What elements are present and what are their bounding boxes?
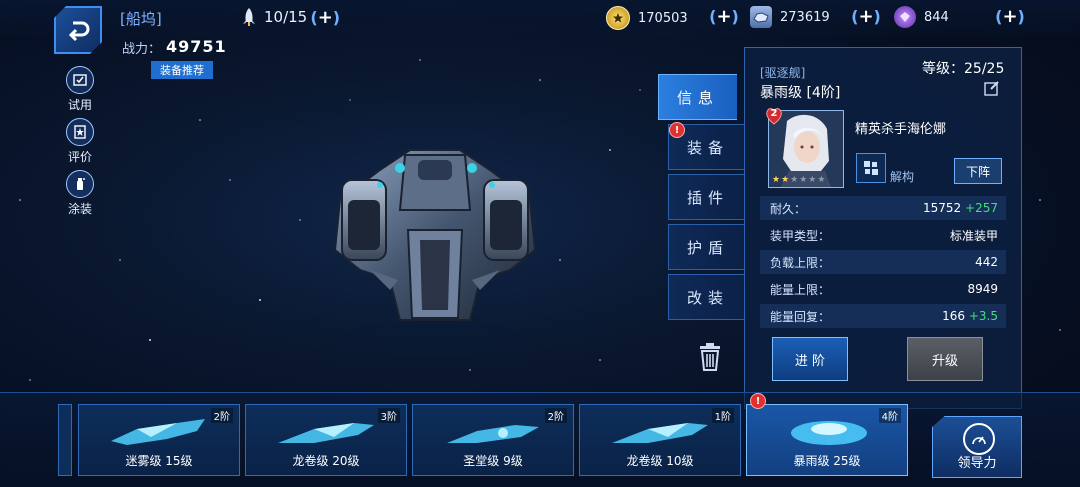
resource-crystal: 844 <box>894 6 949 28</box>
add-crystal-button[interactable]: (+) <box>995 6 1025 27</box>
ship-tier: 2阶 <box>544 408 567 423</box>
tab-shield[interactable]: 护盾 <box>668 224 747 270</box>
stat-bonus: +257 <box>965 201 998 215</box>
ore-value: 273619 <box>780 9 830 25</box>
trial-button[interactable]: 试用 <box>60 66 100 113</box>
resource-ore: 273619 <box>750 6 830 28</box>
stat-value: 15752 <box>923 201 962 215</box>
tab-plugins[interactable]: 插件 <box>668 174 747 220</box>
ship-card-name: 龙卷级 10级 <box>626 454 694 468</box>
stat-row-armor-type: 装甲类型： 标准装甲 <box>760 223 1006 247</box>
ship-tier: 2阶 <box>210 408 233 423</box>
stat-key: 能量上限： <box>770 282 831 297</box>
stat-key: 装甲类型： <box>770 228 831 243</box>
ship-thumbnail-icon <box>447 425 539 443</box>
ship-card-name: 龙卷级 20级 <box>292 454 360 468</box>
leadership-label: 领导力 <box>957 456 997 471</box>
ship-thumbnail-icon <box>278 423 374 443</box>
gauge-icon <box>963 423 995 455</box>
ship-card[interactable]: 3阶 龙卷级 20级 <box>245 404 407 476</box>
rating-label: 评价 <box>67 150 92 164</box>
ship-capacity: 10/15 (+) <box>240 7 340 28</box>
ship-thumbnail-icon <box>111 419 205 445</box>
equip-recommend-button[interactable]: 装备推荐 <box>151 61 213 79</box>
ship-tier: 1阶 <box>711 408 734 423</box>
trial-icon <box>66 66 94 94</box>
page-title: [船坞] <box>120 10 162 28</box>
upgrade-button[interactable]: 升级 <box>907 337 983 381</box>
ship-name: 暴雨级 [4阶] <box>760 85 841 101</box>
ship-class: [驱逐舰] <box>760 66 806 80</box>
dismantle-button[interactable] <box>856 153 886 183</box>
stat-row-energy-regen: 能量回复： 166 +3.5 <box>760 304 1006 328</box>
stat-row-energy-limit: 能量上限： 8949 <box>760 277 1006 301</box>
stat-row-load-limit: 负载上限： 442 <box>760 250 1006 274</box>
ship-tier: 4阶 <box>878 408 901 423</box>
paint-button[interactable]: 涂装 <box>60 170 100 217</box>
back-button[interactable] <box>54 6 102 54</box>
dismantle-icon <box>864 161 878 175</box>
stat-key: 能量回复： <box>770 309 831 324</box>
ship-thumbnail-icon <box>791 421 867 445</box>
ship-card[interactable]: 2阶 圣堂级 9级 <box>412 404 574 476</box>
ship-card-name: 迷雾级 15级 <box>125 454 193 468</box>
paint-label: 涂装 <box>67 202 92 216</box>
stat-key: 耐久： <box>770 201 807 216</box>
ore-icon <box>750 6 772 28</box>
stat-value: 8949 <box>967 282 998 296</box>
captain-star-rating: ★★★★★★ <box>772 175 827 185</box>
rating-icon <box>66 118 94 146</box>
dismantle-label: 解构 <box>890 170 915 184</box>
ship-alert-badge: ! <box>750 393 766 409</box>
stat-bonus: +3.5 <box>968 309 998 323</box>
ship-card-selected[interactable]: 4阶 暴雨级 25级 <box>746 404 908 476</box>
combat-power-value: 49751 <box>166 37 227 56</box>
combat-power-label: 战力： <box>122 42 162 57</box>
trial-label: 试用 <box>67 98 92 112</box>
stat-row-durability: 耐久： 15752 +257 <box>760 196 1006 220</box>
add-star-coin-button[interactable]: (+) <box>709 6 739 27</box>
tab-info[interactable]: 信息 <box>658 74 737 120</box>
ship-card-name: 圣堂级 9级 <box>463 454 523 468</box>
trash-icon[interactable] <box>696 342 724 372</box>
rocket-icon <box>243 8 255 26</box>
ship-count: 10/15 <box>264 8 308 26</box>
ship-thumbnail-icon <box>612 423 708 443</box>
ship-model[interactable] <box>320 140 550 340</box>
crystal-value: 844 <box>924 9 949 25</box>
ship-card[interactable]: 2阶 迷雾级 15级 <box>78 404 240 476</box>
ship-card-name: 暴雨级 25级 <box>793 454 861 468</box>
paint-icon <box>66 170 94 198</box>
leadership-button[interactable]: 领导力 <box>932 416 1022 478</box>
star-coin-value: 170503 <box>638 10 688 26</box>
captain-name: 精英杀手海伦娜 <box>855 122 947 137</box>
advance-button[interactable]: 进 阶 <box>772 337 848 381</box>
tab-refit[interactable]: 改装 <box>668 274 747 320</box>
stat-value: 166 <box>942 309 966 323</box>
rating-button[interactable]: 评价 <box>60 118 100 165</box>
unassign-captain-button[interactable]: 下阵 <box>954 158 1002 184</box>
stat-key: 负载上限： <box>770 255 831 270</box>
add-ship-slot-button[interactable]: (+) <box>310 7 340 28</box>
edit-icon[interactable] <box>984 80 1000 96</box>
ship-card[interactable]: 1阶 龙卷级 10级 <box>579 404 741 476</box>
equipment-alert-badge: ! <box>669 122 685 138</box>
captain-level-badge: 2 <box>764 106 784 126</box>
back-arrow-icon <box>68 21 90 42</box>
resource-star-coin: 170503 <box>606 6 688 30</box>
add-ore-button[interactable]: (+) <box>851 6 881 27</box>
captain-level-value: 2 <box>770 108 778 119</box>
ship-list-scroll-stub[interactable] <box>58 404 72 476</box>
ship-tier: 3阶 <box>377 408 400 423</box>
stat-value: 标准装甲 <box>949 228 998 243</box>
stat-value: 442 <box>975 255 998 269</box>
star-coin-icon <box>606 6 630 30</box>
ship-level: 等级：25/25 <box>922 61 1005 77</box>
crystal-icon <box>894 6 916 28</box>
